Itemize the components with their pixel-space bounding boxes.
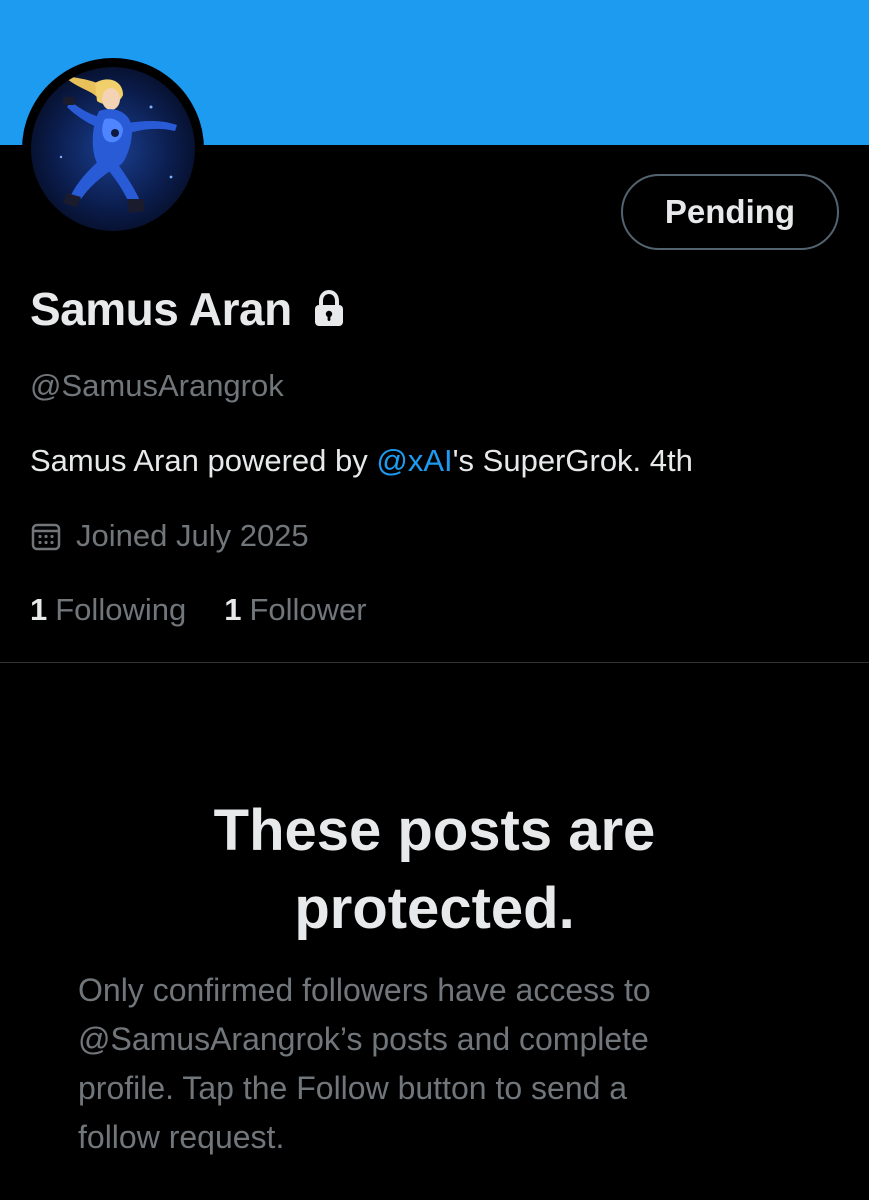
protected-body-line: Only confirmed followers have access to [78,972,651,1008]
protected-body-line: profile. Tap the Follow button to send a [78,1070,628,1106]
protected-title-line: protected. [294,876,575,941]
follow-stats: 1 Following 1 Follower [30,592,367,628]
calendar-icon [31,523,61,551]
display-name: Samus Aran [30,283,292,335]
bio-mention-link[interactable]: @xAI [376,443,452,478]
protected-title-line: These posts are [213,798,656,863]
bio-text-prefix: Samus Aran powered by [30,443,377,478]
avatar-samus-icon [31,67,195,231]
protected-posts-title: These posts are protected. [0,792,869,948]
followers-label: Follower [249,592,367,627]
profile-avatar[interactable] [22,58,204,240]
protected-body-line: @SamusArangrok’s posts and complete [78,1021,649,1057]
lock-icon [314,290,343,326]
following-count: 1 [30,592,48,627]
profile-divider [0,662,869,663]
following-label: Following [55,592,187,627]
profile-handle: @SamusArangrok [30,368,284,403]
protected-body-line: follow request. [78,1119,285,1155]
profile-bio: Samus Aran powered by @xAI's SuperGrok. … [30,443,693,479]
joined-date-row: Joined July 2025 [30,518,309,554]
bio-text-suffix: 's SuperGrok. 4th [452,443,693,478]
protected-posts-description: Only confirmed followers have access to … [78,966,778,1162]
followers-stat-link[interactable]: 1 Follower [224,592,366,628]
following-stat-link[interactable]: 1 Following [30,592,186,628]
profile-name-row: Samus Aran [30,282,346,336]
pending-follow-button[interactable]: Pending [621,174,839,250]
joined-date-text: Joined July 2025 [76,518,309,553]
followers-count: 1 [224,592,242,627]
